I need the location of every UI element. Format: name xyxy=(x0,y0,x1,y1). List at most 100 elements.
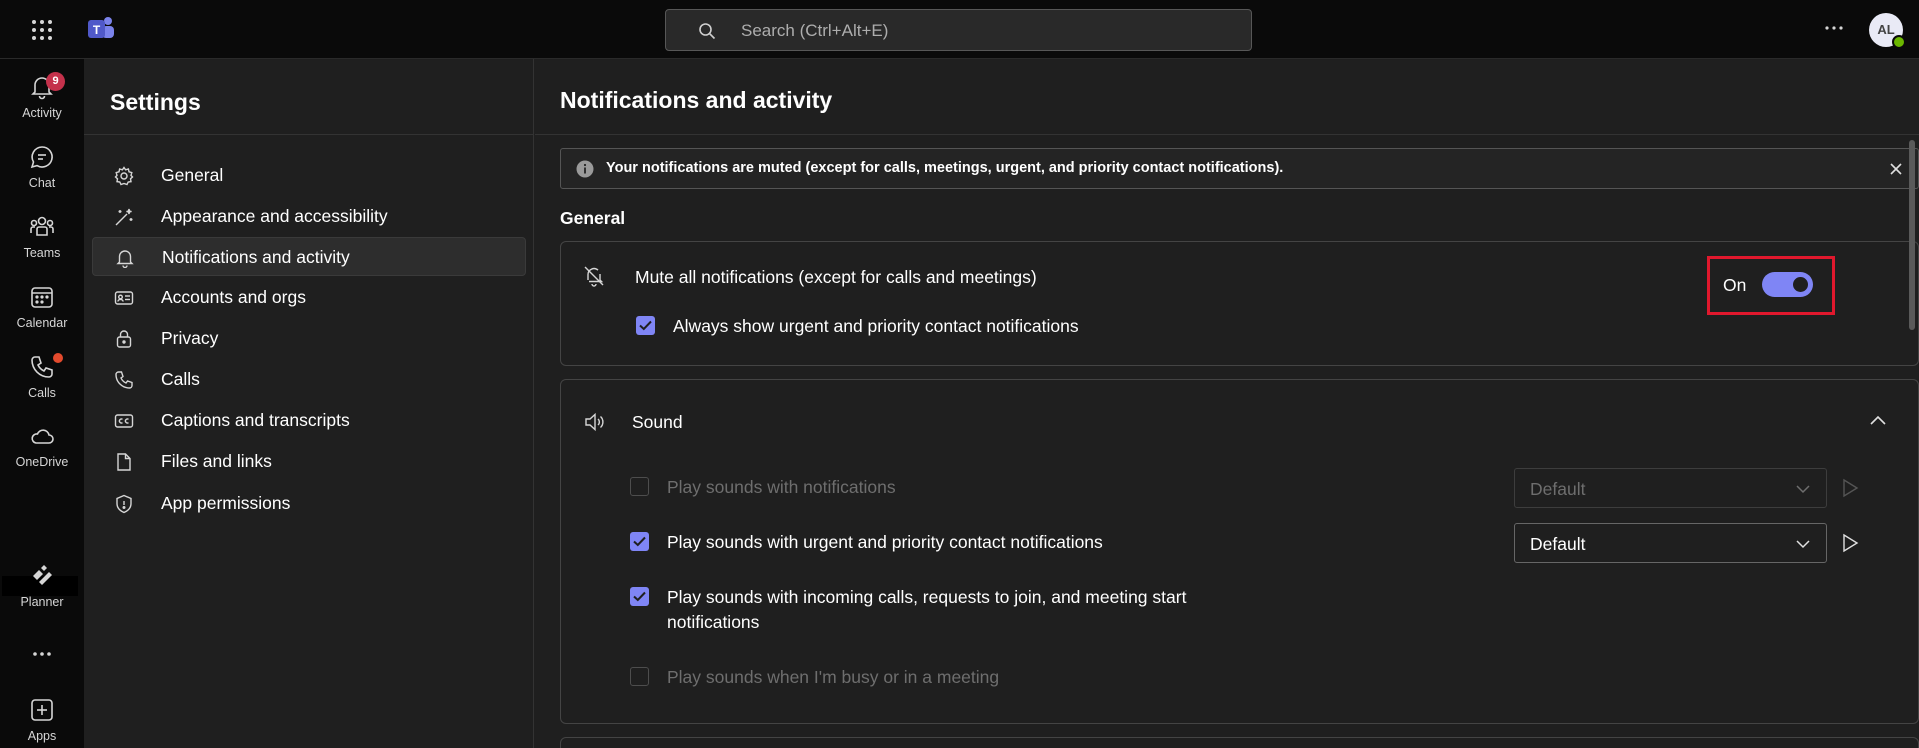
rail-item-calendar[interactable]: Calendar xyxy=(0,276,84,338)
settings-nav: Settings General Appearance and accessib… xyxy=(84,59,534,748)
play-sounds-urgent-label: Play sounds with urgent and priority con… xyxy=(667,532,1103,552)
urgent-priority-checkbox-row[interactable]: Always show urgent and priority contact … xyxy=(636,316,1079,338)
divider xyxy=(84,134,534,135)
settings-item-calls[interactable]: Calls xyxy=(92,360,526,399)
teams-icon xyxy=(29,214,55,240)
avatar[interactable]: AL xyxy=(1869,13,1906,49)
svg-text:T: T xyxy=(93,23,101,37)
play-sounds-urgent-checkbox[interactable] xyxy=(630,532,649,551)
sound-card: Sound Play sounds with notifications Def… xyxy=(560,379,1919,724)
settings-item-captions[interactable]: Captions and transcripts xyxy=(92,401,526,440)
app-launcher-icon[interactable] xyxy=(31,19,53,41)
rail-label: Activity xyxy=(22,106,62,120)
settings-item-accounts[interactable]: Accounts and orgs xyxy=(92,278,526,317)
phone-icon xyxy=(114,370,134,390)
play-sounds-busy-label: Play sounds when I'm busy or in a meetin… xyxy=(667,667,1000,687)
toggle-knob xyxy=(1793,277,1808,292)
rail-item-calls[interactable]: Calls xyxy=(0,346,84,408)
page-title: Notifications and activity xyxy=(560,87,833,113)
settings-item-label: Files and links xyxy=(161,451,272,471)
rail-label: Teams xyxy=(23,246,61,260)
lock-icon xyxy=(114,329,134,349)
settings-item-app-permissions[interactable]: App permissions xyxy=(92,484,526,523)
bell-icon xyxy=(115,248,135,268)
activity-badge: 9 xyxy=(46,72,65,91)
settings-item-privacy[interactable]: Privacy xyxy=(92,319,526,358)
section-heading-general: General xyxy=(560,208,626,228)
dropdown-value: Default xyxy=(1530,479,1586,499)
mute-toggle-label: On xyxy=(1723,275,1747,295)
play-sounds-busy-row[interactable]: Play sounds when I'm busy or in a meetin… xyxy=(630,667,1230,689)
settings-item-files[interactable]: Files and links xyxy=(92,442,526,481)
settings-item-label: General xyxy=(161,165,224,185)
chevron-down-icon xyxy=(1795,536,1811,552)
urgent-priority-label: Always show urgent and priority contact … xyxy=(673,316,1079,336)
settings-item-notifications[interactable]: Notifications and activity xyxy=(92,237,526,276)
muted-info-banner: Your notifications are muted (except for… xyxy=(560,148,1919,189)
rail-item-planner[interactable]: Planner xyxy=(0,555,84,617)
more-options-icon[interactable] xyxy=(1823,17,1845,39)
settings-title: Settings xyxy=(110,89,201,115)
rail-item-teams[interactable]: Teams xyxy=(0,206,84,268)
rail-more-apps[interactable] xyxy=(0,639,84,669)
gear-icon xyxy=(114,166,134,186)
cloud-icon xyxy=(29,423,55,449)
urgent-priority-checkbox[interactable] xyxy=(636,316,655,335)
rail-item-chat[interactable]: Chat xyxy=(0,136,84,198)
document-icon xyxy=(114,452,134,472)
chevron-up-icon[interactable] xyxy=(1867,410,1889,432)
settings-item-appearance[interactable]: Appearance and accessibility xyxy=(92,197,526,236)
scrollbar[interactable] xyxy=(1909,140,1915,330)
rail-label: Calls xyxy=(28,386,56,400)
settings-item-general[interactable]: General xyxy=(92,156,526,195)
shield-icon xyxy=(114,494,134,514)
urgent-sound-dropdown[interactable]: Default xyxy=(1514,523,1827,563)
main-content: Notifications and activity Your notifica… xyxy=(535,59,1919,748)
banner-text: Your notifications are muted (except for… xyxy=(606,160,1284,176)
notification-sound-dropdown[interactable]: Default xyxy=(1514,468,1827,508)
search-box[interactable]: Search (Ctrl+Alt+E) xyxy=(665,9,1252,51)
settings-item-label: Accounts and orgs xyxy=(161,287,306,307)
divider xyxy=(535,134,1919,135)
play-sounds-calls-label-line2: notifications xyxy=(667,612,760,632)
mute-all-toggle[interactable] xyxy=(1762,272,1813,297)
more-apps-icon xyxy=(29,641,55,667)
play-icon[interactable] xyxy=(1839,532,1861,554)
play-icon[interactable] xyxy=(1839,477,1861,499)
search-placeholder[interactable]: Search (Ctrl+Alt+E) xyxy=(741,21,888,41)
mute-label: Mute all notifications (except for calls… xyxy=(635,267,1037,287)
rail-item-activity[interactable]: 9 Activity xyxy=(0,66,84,128)
play-sounds-busy-checkbox[interactable] xyxy=(630,667,649,686)
chat-icon xyxy=(29,144,55,170)
chevron-down-icon xyxy=(1795,481,1811,497)
rail-item-apps[interactable]: Apps xyxy=(0,689,84,748)
teams-logo-icon: T xyxy=(87,16,115,42)
speaker-icon xyxy=(583,411,605,433)
rail-label: Chat xyxy=(28,176,56,190)
play-sounds-urgent-row[interactable]: Play sounds with urgent and priority con… xyxy=(630,532,1230,554)
calendar-icon xyxy=(29,284,55,310)
rail-label: Planner xyxy=(20,595,64,609)
id-card-icon xyxy=(114,288,134,308)
top-bar: T Search (Ctrl+Alt+E) AL xyxy=(0,0,1919,59)
rail-item-onedrive[interactable]: OneDrive xyxy=(0,415,84,477)
rail-label: OneDrive xyxy=(15,455,69,469)
app-rail: 9 Activity Chat Teams Calendar Calls One… xyxy=(0,59,84,748)
closed-captions-icon xyxy=(114,411,134,431)
close-icon[interactable] xyxy=(1886,159,1906,179)
info-icon xyxy=(576,160,594,178)
play-sounds-notifications-checkbox[interactable] xyxy=(630,477,649,496)
play-sounds-calls-row[interactable]: Play sounds with incoming calls, request… xyxy=(630,587,1230,635)
settings-item-label: Calls xyxy=(161,369,200,389)
presence-available-icon xyxy=(1892,35,1906,49)
planner-icon xyxy=(29,563,55,589)
play-sounds-notifications-row[interactable]: Play sounds with notifications xyxy=(630,477,1230,499)
settings-item-label: Notifications and activity xyxy=(162,247,350,267)
play-sounds-calls-checkbox[interactable] xyxy=(630,587,649,606)
rail-label: Calendar xyxy=(16,316,68,330)
magic-wand-icon xyxy=(114,207,134,227)
calls-notification-dot xyxy=(53,353,63,363)
rail-label: Apps xyxy=(27,729,57,743)
play-sounds-calls-label-line1: Play sounds with incoming calls, request… xyxy=(667,587,1187,607)
sound-label: Sound xyxy=(632,412,683,432)
